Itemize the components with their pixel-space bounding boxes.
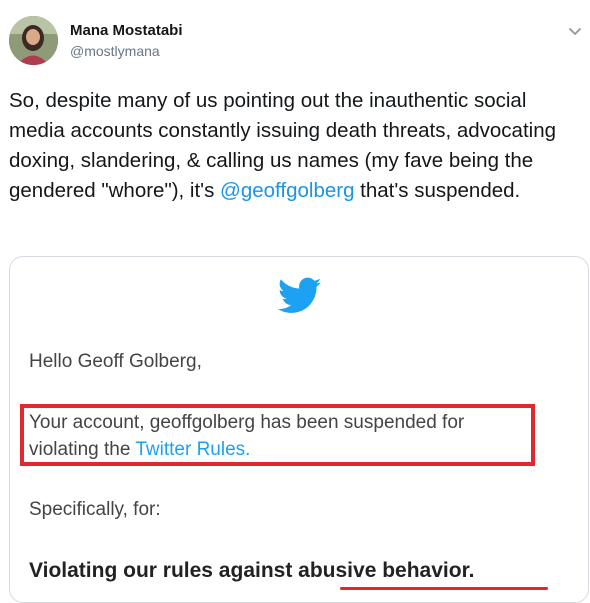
mention-link[interactable]: @geoffgolberg	[220, 179, 354, 202]
violation-line: Violating our rules against abusive beha…	[29, 559, 474, 583]
suspension-line-1: Your account, geoffgolberg has been susp…	[29, 412, 465, 433]
red-underline	[340, 587, 548, 590]
author-handle[interactable]: @mostlymana	[70, 43, 160, 59]
tweet-text: So, despite many of us pointing out the …	[9, 86, 581, 206]
twitter-rules-link: Twitter Rules.	[135, 439, 251, 460]
tweet-text-after: that's suspended.	[354, 179, 521, 202]
avatar[interactable]	[9, 16, 58, 65]
suspension-line-2: violating the Twitter Rules.	[29, 439, 250, 461]
suspension-line-2-prefix: violating the	[29, 439, 136, 460]
author-name[interactable]: Mana Mostatabi	[70, 22, 183, 39]
chevron-down-icon[interactable]	[568, 25, 582, 39]
specifically-label: Specifically, for:	[29, 499, 161, 520]
attached-image[interactable]: Hello Geoff Golberg, Your account, geoff…	[9, 256, 589, 603]
email-greeting: Hello Geoff Golberg,	[29, 351, 202, 372]
twitter-bird-icon	[277, 277, 322, 315]
violation-reason: abusive behavior.	[298, 559, 475, 582]
violation-prefix: Violating our rules against	[29, 559, 299, 582]
